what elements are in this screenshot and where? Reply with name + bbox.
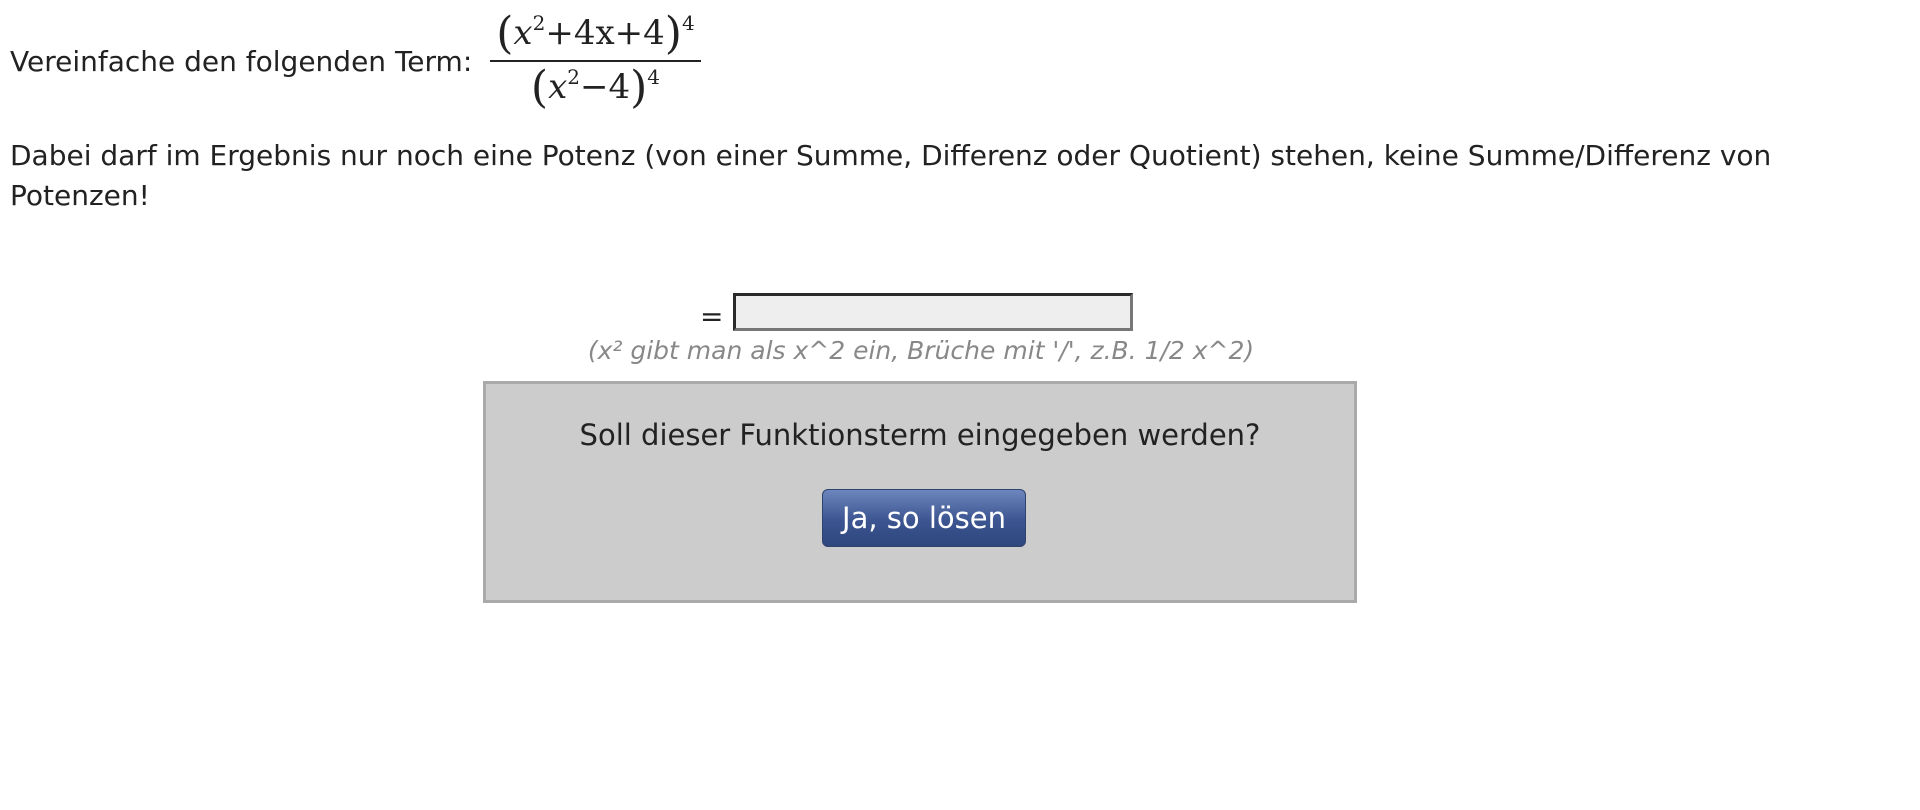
denominator-inner-exponent: 2 bbox=[567, 65, 580, 89]
answer-input[interactable] bbox=[733, 292, 1134, 331]
numerator-outer-exponent: 4 bbox=[681, 11, 695, 35]
answer-row: = bbox=[700, 290, 1134, 333]
denominator-variable: x bbox=[548, 67, 568, 107]
solve-button[interactable]: Ja, so lösen bbox=[822, 489, 1026, 547]
instruction-text: Dabei darf im Ergebnis nur noch eine Pot… bbox=[10, 139, 1772, 212]
confirm-panel: Soll dieser Funktionsterm eingegeben wer… bbox=[483, 381, 1357, 603]
confirm-question: Soll dieser Funktionsterm eingegeben wer… bbox=[579, 418, 1261, 452]
denominator-terms: −4 bbox=[579, 67, 631, 107]
input-hint: (x² gibt man als x^2 ein, Brüche mit '/'… bbox=[587, 336, 1255, 365]
task-label: Vereinfache den folgenden Term: bbox=[10, 44, 473, 78]
denominator-outer-exponent: 4 bbox=[647, 65, 661, 89]
numerator-variable: x bbox=[513, 13, 533, 53]
task-line: Vereinfache den folgenden Term: (x2+4x+4… bbox=[10, 12, 701, 110]
numerator-inner-exponent: 2 bbox=[532, 11, 546, 35]
fraction-denominator: (x2−4)4 bbox=[530, 62, 661, 113]
numerator-terms: +4x+4 bbox=[545, 13, 665, 53]
exercise-page: Vereinfache den folgenden Term: (x2+4x+4… bbox=[0, 0, 1920, 810]
equals-sign: = bbox=[700, 300, 724, 333]
fraction-numerator: (x2+4x+4)4 bbox=[496, 8, 695, 59]
math-fraction: (x2+4x+4)4 (x2−4)4 bbox=[490, 8, 701, 113]
